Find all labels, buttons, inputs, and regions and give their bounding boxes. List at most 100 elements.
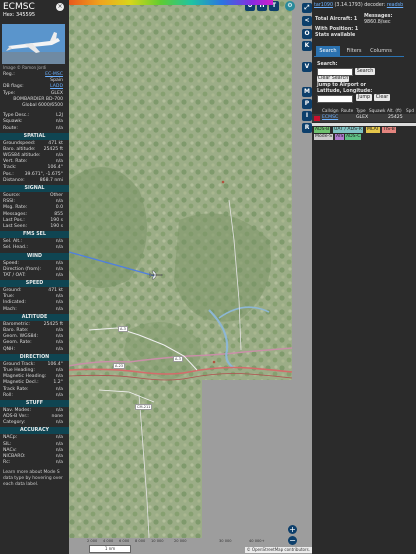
info-label: QNH: [3,346,16,352]
info-row: Category: n/a [0,420,69,426]
tab-columns[interactable]: Columns [368,46,394,56]
legend-label: 20 000 [174,539,187,543]
expand-icon[interactable]: ⤢ [302,3,312,13]
scale-bar: 1 nm [89,545,131,553]
search-label: Search: [317,62,338,67]
road-label: A-23 [113,363,126,369]
table-scrollbar[interactable] [312,123,416,126]
map-button-i[interactable]: I [302,111,312,121]
info-label: Rc: [3,460,11,466]
tab-underline [314,56,404,57]
altitude-legend [69,0,273,5]
section-header[interactable]: SIGNAL [0,185,69,192]
zoom-in-button[interactable]: + [288,525,297,534]
column-header[interactable]: Callsign [322,108,338,113]
info-value: n/a [55,272,63,278]
info-label: Roll: [3,392,13,398]
tab-search[interactable]: Search [316,46,340,56]
map-button-v[interactable]: V [302,62,312,72]
search-input[interactable] [317,68,353,76]
aircraft-photo[interactable] [2,24,65,64]
info-row: Distance: 868.7 nmi [0,178,69,184]
legend-label: 40 000+ [249,539,265,543]
column-header[interactable]: Type [356,108,366,113]
section-header[interactable]: DIRECTION [0,353,69,361]
info-row: Last Seen: 190 s [0,224,69,230]
legend-label: 10 000 [151,539,164,543]
source-badge-uat[interactable]: UAT / ADS-R [333,127,363,133]
settings-icon[interactable]: ⚙ [285,1,295,11]
map-button-o[interactable]: O [302,29,312,39]
app-header: tar1090 (3.14.1793) decoder: readsb [314,3,403,8]
stats-link[interactable]: Stats available [315,33,355,38]
messages-rate: 9860.8/sec [364,20,391,25]
info-value: 190 s [50,223,63,229]
source-badge-adsc[interactable]: ADS-C [345,134,362,140]
decoder-label: decoder: [364,3,386,8]
section-header[interactable]: SPATIAL [0,132,69,140]
jump-input[interactable] [317,95,353,103]
close-icon[interactable]: × [56,3,64,11]
callsign-cell[interactable]: ECMSC [322,115,338,120]
road-label: A-3 [118,326,128,332]
map-button-k[interactable]: K [302,41,312,51]
search-button[interactable]: Search [355,68,375,75]
source-badge-mlat[interactable]: MLAT [366,127,381,133]
info-label: TAT / OAT: [3,272,26,278]
tab-filters[interactable]: Filters [342,46,366,56]
flag-icon [314,116,320,121]
section-header[interactable]: STUFF [0,399,69,407]
map-attribution: © OpenStreetMap contributors. [244,547,312,553]
section-header[interactable]: ACCURACY [0,427,69,435]
legend-label: 4 000 [103,539,114,543]
jump-button[interactable]: Jump [356,94,372,101]
clear-search-button[interactable]: Clear Search [317,76,349,82]
collapse-button[interactable]: < [302,16,312,26]
column-header[interactable]: Route [341,108,353,113]
section-header[interactable]: ALTITUDE [0,313,69,321]
info-row: Route: n/a [0,126,69,132]
info-row: Mach: n/a [0,307,69,313]
map-button-m[interactable]: M [302,87,312,97]
road-label: CM-211 [135,404,153,410]
section-header[interactable]: FMS SEL [0,231,69,239]
zoom-out-button[interactable]: − [288,536,297,545]
map-view[interactable]: A-3 A-3 A-23 CM-211 U H T ⚙ 2 000 4 000 … [69,0,312,554]
column-header[interactable]: Squawk [369,108,385,113]
info-label: Mach: [3,306,17,312]
aircraft-hex: Hex: 345595 [3,12,36,18]
info-label: Category: [3,420,26,426]
aircraft-list-panel: tar1090 (3.14.1793) decoder: readsb Tota… [312,0,416,554]
info-value: n/a [55,392,63,398]
version-text: (3.14.1793) [334,3,363,8]
section-header[interactable]: WIND [0,252,69,260]
info-label: Last Seen: [3,223,28,229]
decoder-link[interactable]: readsb [387,3,403,8]
source-badge-tisb[interactable]: TIS-B [382,127,396,133]
source-badge-ais[interactable]: AIS [335,134,345,140]
messages-label: Messages: [364,14,393,19]
aircraft-details: Reg.: EC-MSC Spain DB flags: LADD Type: GLEX BO… [0,72,69,466]
info-value: 868.7 nmi [39,177,63,183]
aircraft-header: ECMSC Hex: 345595 × [0,0,69,22]
info-value: n/a [55,420,63,426]
tar1090-link[interactable]: tar1090 [314,3,333,8]
source-badge-modes[interactable]: Mode-S [314,134,334,140]
type-cell: GLEX [356,115,369,120]
map-button-p[interactable]: P [302,99,312,109]
column-header[interactable]: Spd [406,108,414,113]
info-value: n/a [55,460,63,466]
clear-button[interactable]: Clear [374,94,390,101]
source-badge-adsb[interactable]: ADS-B [314,127,331,133]
info-label: Sel. Head.: [3,245,28,251]
info-value: Global 6000/6500 [21,102,63,108]
info-label: Distance: [3,177,25,183]
column-header[interactable]: Alt. (ft) [387,108,402,113]
info-row: Sel. Head.: n/a [0,245,69,251]
info-value: n/a [55,346,63,352]
aircraft-icon[interactable] [149,270,163,280]
total-aircraft: Total Aircraft: 1 [315,17,358,22]
map-button-r[interactable]: R [302,123,312,133]
section-header[interactable]: SPEED [0,280,69,288]
map-canvas[interactable] [69,0,312,554]
